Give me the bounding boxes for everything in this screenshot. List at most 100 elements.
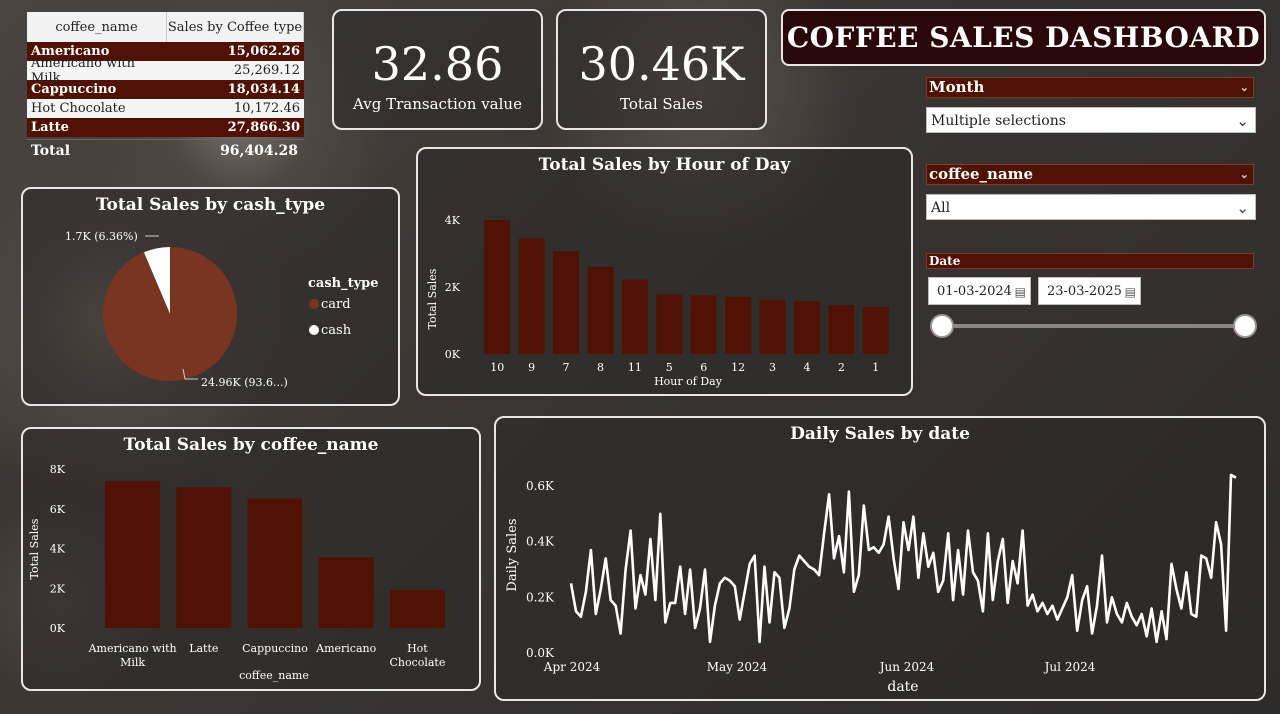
x-tick-label: Milk	[120, 656, 145, 669]
row-name: Hot Chocolate	[31, 101, 126, 116]
calendar-icon[interactable]: ▤	[1015, 278, 1026, 306]
coffee-slicer-header[interactable]: coffee_name ⌄	[926, 164, 1254, 185]
col-header-sales[interactable]: Sales by Coffee type	[167, 12, 304, 42]
y-tick-label: 0K	[50, 622, 66, 635]
legend-label-cash[interactable]: cash	[321, 323, 352, 338]
table-row[interactable]: Hot Chocolate 10,172.46	[27, 99, 304, 118]
slicer-label: Month	[929, 78, 985, 96]
bar[interactable]	[862, 307, 889, 354]
y-axis-label: Total Sales	[426, 268, 439, 329]
kpi-card-total-sales[interactable]: 30.46K Total Sales	[556, 9, 767, 130]
x-tick-label: 2	[838, 361, 845, 374]
y-tick-label: 0.0K	[526, 646, 555, 660]
bar[interactable]	[247, 498, 303, 628]
bar[interactable]	[484, 220, 511, 354]
y-tick-label: 4K	[50, 543, 66, 556]
slicer-value: Multiple selections	[931, 113, 1066, 129]
month-slicer-dropdown[interactable]: Multiple selections ⌄	[926, 107, 1256, 133]
daily-line-chart-panel: Daily Sales by date Daily Sales date 0.0…	[494, 416, 1266, 701]
x-tick-label: 5	[666, 361, 673, 374]
kpi-label: Total Sales	[620, 95, 703, 113]
calendar-icon[interactable]: ▤	[1125, 278, 1136, 306]
col-header-coffee-name[interactable]: coffee_name	[27, 12, 167, 42]
hour-bar-chart: Total Sales Hour of Day 0K 2K 4K 10 9 7 8 11 5 6 1…	[426, 214, 889, 388]
date-end-value: 23-03-2025	[1047, 284, 1122, 299]
y-tick-label: 6K	[50, 503, 66, 516]
bar[interactable]	[656, 294, 683, 354]
month-slicer-header[interactable]: Month ⌄	[926, 77, 1254, 98]
row-name: Cappuccino	[31, 82, 117, 97]
legend-swatch-card[interactable]	[309, 299, 319, 309]
bar[interactable]	[587, 266, 614, 354]
bar[interactable]	[389, 589, 445, 628]
pie-chart-panel: Total Sales by cash_type cash_type card …	[21, 187, 400, 406]
bar[interactable]	[105, 480, 161, 628]
x-tick-label: Latte	[189, 642, 218, 655]
table-header: coffee_name Sales by Coffee type	[27, 12, 304, 42]
x-tick-label: Jun 2024	[878, 660, 935, 674]
kpi-value: 30.46K	[578, 37, 745, 91]
x-tick-label: 11	[628, 361, 642, 374]
bar[interactable]	[793, 301, 820, 354]
bar[interactable]	[518, 238, 545, 354]
bar[interactable]	[318, 557, 374, 628]
x-tick-label: Apr 2024	[543, 660, 601, 674]
table-row[interactable]: Latte 27,866.30	[27, 118, 304, 137]
date-end-input[interactable]: 23-03-2025 ▤	[1038, 277, 1141, 305]
x-tick-label: Jul 2024	[1043, 660, 1096, 674]
kpi-card-avg-transaction[interactable]: 32.86 Avg Transaction value	[332, 9, 543, 130]
date-slider-end-handle[interactable]	[1233, 314, 1257, 338]
slicer-value: All	[931, 200, 951, 216]
legend-title: cash_type	[308, 276, 379, 291]
total-label: Total	[31, 142, 71, 159]
x-tick-label: Americano	[315, 642, 376, 655]
slicer-label: Date	[929, 254, 961, 268]
pie-chart: cash_type card cash 1.7K (6.36%) 24.96K …	[65, 230, 379, 389]
bar[interactable]	[553, 251, 580, 354]
y-tick-label: 0K	[445, 348, 461, 361]
daily-line-chart: Daily Sales date 0.0K 0.2K 0.4K 0.6K Apr 202…	[505, 473, 1237, 695]
x-tick-label: 1	[872, 361, 879, 374]
chevron-down-icon: ⌄	[1236, 112, 1249, 130]
chevron-down-icon: ⌄	[1236, 199, 1249, 217]
pie-slice-card[interactable]	[103, 247, 237, 381]
date-start-input[interactable]: 01-03-2024 ▤	[928, 277, 1031, 305]
y-tick-label: 8K	[50, 463, 66, 476]
bar[interactable]	[828, 305, 855, 354]
x-tick-label: Chocolate	[389, 656, 445, 669]
y-axis-label: Total Sales	[28, 518, 41, 579]
row-value: 10,172.46	[233, 101, 300, 116]
legend-label-card[interactable]: card	[321, 297, 351, 312]
y-tick-label: 0.4K	[526, 535, 555, 549]
row-value: 25,269.12	[233, 63, 300, 78]
bar[interactable]	[759, 299, 786, 354]
bar[interactable]	[725, 296, 752, 354]
x-tick-label: Hot	[407, 642, 428, 655]
x-tick-label: May 2024	[707, 660, 768, 674]
date-slicer-header: Date	[926, 253, 1254, 269]
date-slider-start-handle[interactable]	[930, 314, 954, 338]
x-tick-label: 4	[803, 361, 810, 374]
data-label-card: 24.96K (93.6...)	[201, 376, 288, 389]
x-tick-label: 12	[731, 361, 745, 374]
legend-swatch-cash[interactable]	[309, 325, 319, 335]
x-tick-label: Cappuccino	[242, 642, 308, 655]
data-label-cash: 1.7K (6.36%)	[65, 230, 138, 243]
kpi-label: Avg Transaction value	[353, 95, 522, 113]
bar[interactable]	[621, 279, 648, 354]
bar[interactable]	[690, 295, 717, 354]
y-tick-label: 2K	[50, 582, 66, 595]
bar[interactable]	[176, 487, 232, 628]
hour-bar-chart-panel: Total Sales by Hour of Day Total Sales H…	[416, 147, 913, 396]
chevron-down-icon[interactable]: ⌄	[1240, 165, 1249, 184]
date-range-slider-track[interactable]	[942, 324, 1246, 328]
coffee-bar-chart-panel: Total Sales by coffee_name Total Sales c…	[21, 427, 481, 691]
row-value: 27,866.30	[227, 120, 300, 135]
table-row[interactable]: Cappuccino 18,034.14	[27, 80, 304, 99]
coffee-slicer-dropdown[interactable]: All ⌄	[926, 194, 1256, 220]
sales-by-coffee-table: coffee_name Sales by Coffee type America…	[27, 12, 304, 161]
x-tick-label: 8	[597, 361, 604, 374]
series-line-daily-sales[interactable]	[569, 473, 1237, 644]
table-row[interactable]: Americano with Milk 25,269.12	[27, 56, 304, 86]
chevron-down-icon[interactable]: ⌄	[1240, 78, 1249, 97]
